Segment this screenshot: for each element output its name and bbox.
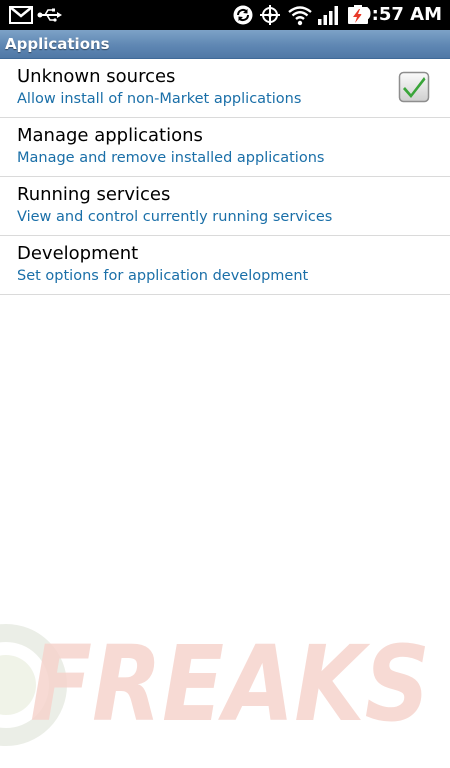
gmail-icon [9,6,33,24]
signal-icon [318,6,338,25]
sync-icon [233,5,253,25]
item-title: Unknown sources [17,66,176,87]
list-item-manage-applications[interactable]: Manage applications Manage and remove in… [0,118,450,177]
title-bar: Applications [0,30,450,59]
status-time: 9:57 AM [359,4,442,25]
list-item-unknown-sources[interactable]: Unknown sources Allow install of non-Mar… [0,59,450,118]
item-summary: View and control currently running servi… [17,209,333,225]
item-summary: Manage and remove installed applications [17,150,325,166]
item-summary: Allow install of non-Market applications [17,91,302,107]
watermark-logo: FREAKS [0,623,430,746]
item-title: Running services [17,184,171,205]
wifi-icon [288,6,312,26]
svg-text:FREAKS: FREAKS [30,623,430,745]
usb-icon [37,8,62,22]
list-item-development[interactable]: Development Set options for application … [0,236,450,295]
gps-icon [260,5,280,25]
list-item-running-services[interactable]: Running services View and control curren… [0,177,450,236]
page-title: Applications [5,35,110,53]
item-title: Manage applications [17,125,203,146]
settings-list: Unknown sources Allow install of non-Mar… [0,59,450,295]
status-bar: 9:57 AM [0,0,450,30]
unknown-sources-checkbox[interactable] [398,71,430,103]
item-title: Development [17,243,139,264]
item-summary: Set options for application development [17,268,309,284]
